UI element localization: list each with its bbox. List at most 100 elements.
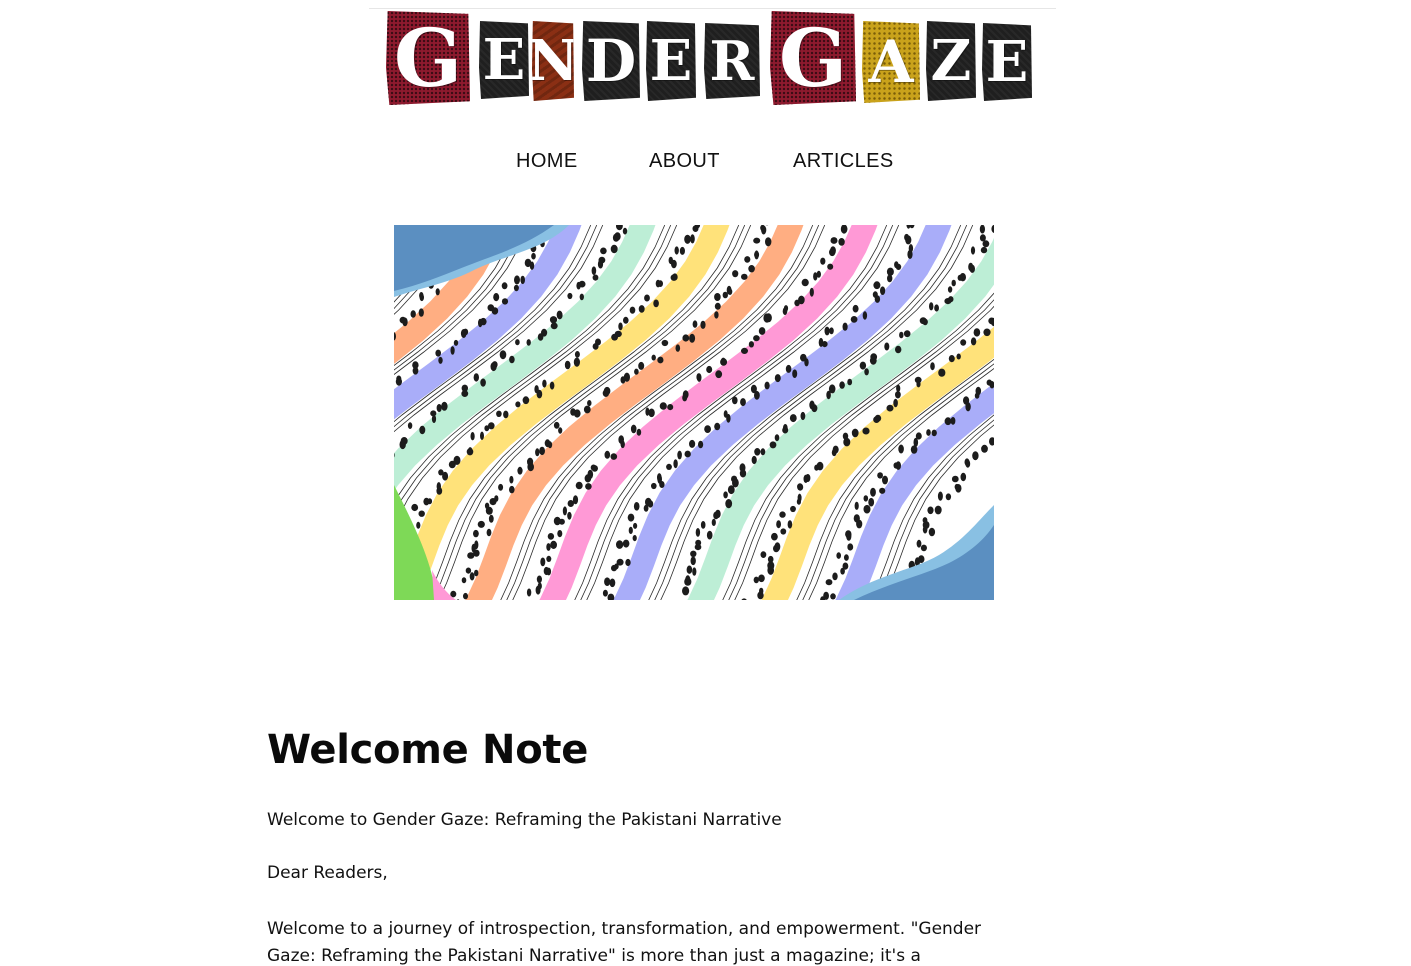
hero-dot — [531, 252, 536, 260]
hero-dot — [547, 533, 555, 540]
hero-dot — [767, 561, 775, 570]
hero-dot — [894, 261, 899, 269]
hero-dot — [750, 384, 757, 394]
hero-dot — [509, 355, 515, 364]
hero-dot — [460, 329, 467, 338]
hero-dot — [852, 304, 859, 313]
hero-dot — [827, 263, 834, 270]
hero-dot — [535, 448, 540, 457]
article-body: Welcome to a journey of introspection, t… — [267, 919, 982, 966]
hero-dot — [583, 405, 591, 414]
hero-dot — [982, 240, 990, 248]
hero-dot — [527, 457, 534, 467]
hero-dot — [607, 593, 615, 600]
hero-dot — [603, 386, 611, 396]
hero-dot — [657, 280, 663, 287]
hero-dot — [753, 335, 760, 342]
hero-dot — [616, 225, 623, 231]
hero-dot — [908, 244, 914, 253]
hero-dot — [616, 540, 624, 549]
hero-dot — [488, 514, 494, 523]
hero-dot — [800, 411, 806, 421]
hero-dot — [832, 572, 838, 581]
hero-dot — [487, 304, 495, 312]
hero-dot — [714, 422, 721, 431]
hero-dot — [830, 593, 836, 600]
nav-item-about[interactable]: ABOUT — [649, 146, 720, 176]
hero-dot — [905, 235, 912, 245]
hero-dot — [980, 246, 988, 254]
hero-dot — [684, 577, 692, 586]
hero-dot — [576, 281, 581, 290]
hero-dot — [672, 273, 678, 281]
hero-dot — [513, 284, 519, 292]
hero-dot — [461, 390, 469, 397]
hero-dot — [410, 310, 416, 318]
hero-dot — [796, 498, 801, 505]
hero-dot — [690, 550, 697, 557]
hero-dot — [618, 322, 623, 331]
hero-dot — [600, 247, 607, 255]
hero-dot — [764, 381, 770, 390]
hero-dot — [938, 368, 946, 377]
hero-dot — [549, 316, 558, 324]
hero-dot — [874, 295, 881, 303]
hero-dot — [696, 373, 701, 381]
hero-dot — [974, 392, 980, 399]
hero-dot — [546, 555, 552, 562]
hero-dot — [870, 353, 878, 361]
hero-dot — [535, 585, 541, 595]
hero-dot — [740, 398, 746, 407]
hero-dot — [899, 331, 904, 339]
hero-dot — [667, 404, 674, 411]
hero-dot — [419, 293, 424, 302]
hero-dot — [809, 400, 815, 410]
hero-dot — [760, 551, 767, 558]
hero-dot — [647, 500, 654, 508]
hero-dot — [758, 574, 765, 583]
logo-letter: A — [868, 28, 914, 96]
hero-dot — [759, 587, 764, 595]
hero-dot — [880, 286, 886, 295]
hero-dot — [851, 428, 859, 438]
hero-dot — [698, 440, 704, 449]
hero-dot — [659, 402, 667, 410]
hero-dot — [844, 554, 849, 561]
hero-dot — [797, 483, 804, 491]
hero-dot — [951, 475, 959, 483]
hero-dot — [567, 292, 573, 300]
hero-dot — [968, 262, 974, 272]
nav-item-home[interactable]: HOME — [516, 146, 578, 176]
hero-dot — [776, 520, 781, 529]
hero-dot — [692, 320, 698, 328]
hero-dot — [895, 391, 901, 399]
hero-dot — [863, 495, 869, 502]
hero-dot — [498, 483, 504, 491]
hero-dot — [636, 428, 642, 436]
hero-dot — [465, 567, 472, 574]
logo-letter-tile: G — [386, 11, 470, 105]
hero-dot — [919, 317, 927, 325]
logo-letter-tile: G — [770, 11, 856, 105]
hero-dot — [842, 322, 848, 331]
hero-dot — [782, 307, 788, 315]
hero-dot — [964, 458, 970, 466]
hero-dot — [418, 308, 424, 317]
hero-dot — [918, 555, 925, 563]
nav-item-articles[interactable]: ARTICLES — [793, 146, 894, 176]
welcome-article: Welcome Note Welcome to Gender Gaze: Ref… — [267, 722, 1007, 966]
hero-dot — [931, 429, 937, 437]
hero-dot — [546, 543, 551, 551]
hero-dot — [509, 475, 514, 484]
hero-dot — [668, 256, 673, 265]
hero-dot — [714, 311, 719, 319]
hero-dot — [609, 578, 616, 588]
hero-dot — [659, 481, 665, 488]
hero-dot — [741, 598, 747, 600]
hero-dot — [820, 257, 826, 265]
logo-letter-tile: A — [862, 21, 920, 103]
logo-letter-tile: E — [646, 21, 696, 101]
site-logo[interactable]: G E N D E R G A Z E — [386, 11, 1036, 107]
logo-letter: E — [649, 28, 693, 94]
hero-dot — [959, 273, 966, 282]
